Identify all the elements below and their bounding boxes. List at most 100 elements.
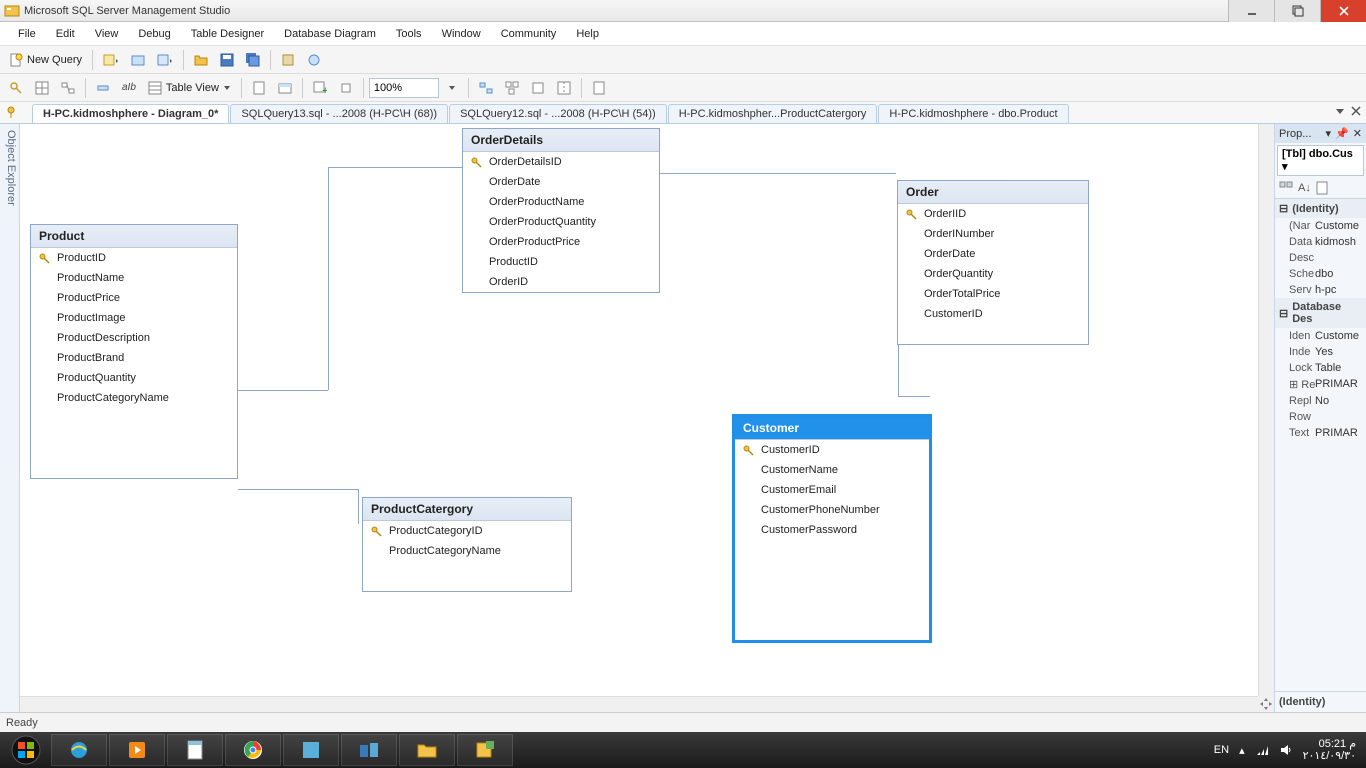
add-table-button[interactable]: + bbox=[308, 77, 332, 99]
add-related-button[interactable] bbox=[334, 77, 358, 99]
tray-volume-icon[interactable] bbox=[1279, 743, 1293, 757]
script-button[interactable] bbox=[247, 77, 271, 99]
status-bar: Ready bbox=[0, 712, 1366, 732]
menu-community[interactable]: Community bbox=[491, 25, 567, 43]
properties-header[interactable]: Prop... ▾ 📌 ✕ bbox=[1275, 124, 1366, 143]
horizontal-scrollbar[interactable] bbox=[20, 696, 1258, 712]
table-orderdetails[interactable]: OrderDetails OrderDetailsID OrderDate Or… bbox=[462, 128, 660, 293]
categorized-icon[interactable] bbox=[1279, 181, 1293, 195]
menu-view[interactable]: View bbox=[85, 25, 129, 43]
taskbar-app2[interactable] bbox=[341, 734, 397, 766]
autosize-button[interactable] bbox=[526, 77, 550, 99]
alphabetical-icon[interactable]: A↓ bbox=[1297, 181, 1311, 195]
pin-icon[interactable] bbox=[4, 105, 18, 119]
menu-tools[interactable]: Tools bbox=[386, 25, 432, 43]
vertical-scrollbar[interactable] bbox=[1258, 124, 1274, 696]
menu-file[interactable]: File bbox=[8, 25, 46, 43]
pages-icon[interactable] bbox=[1315, 181, 1329, 195]
properties-object-selector[interactable]: [Tbl] dbo.Cus ▾ bbox=[1277, 145, 1364, 176]
taskbar-explorer[interactable] bbox=[399, 734, 455, 766]
menu-database-diagram[interactable]: Database Diagram bbox=[274, 25, 386, 43]
tab-diagram[interactable]: H-PC.kidmoshphere - Diagram_0* bbox=[32, 104, 229, 123]
properties-grid[interactable]: ⊟ (Identity) (NarCustome Datakidmosh Des… bbox=[1275, 199, 1366, 691]
relationship-button[interactable] bbox=[56, 77, 80, 99]
menu-help[interactable]: Help bbox=[566, 25, 609, 43]
key-icon bbox=[741, 445, 755, 456]
minimize-button[interactable] bbox=[1228, 0, 1274, 22]
tab-productcategory[interactable]: H-PC.kidmoshpher...ProductCatergory bbox=[668, 104, 878, 123]
diagram-toolbar: aIb Table View + 100% bbox=[0, 74, 1366, 102]
taskbar-chrome[interactable] bbox=[225, 734, 281, 766]
table-productcategory[interactable]: ProductCatergory ProductCategoryID Produ… bbox=[362, 497, 572, 592]
table-product[interactable]: Product ProductID ProductName ProductPri… bbox=[30, 224, 238, 479]
open-button[interactable] bbox=[189, 49, 213, 71]
taskbar-media[interactable] bbox=[109, 734, 165, 766]
size-button[interactable] bbox=[91, 77, 115, 99]
pan-control[interactable] bbox=[1258, 696, 1274, 712]
svg-text:A↓: A↓ bbox=[1298, 182, 1311, 194]
menu-debug[interactable]: Debug bbox=[128, 25, 180, 43]
save-all-button[interactable] bbox=[241, 49, 265, 71]
key-icon bbox=[469, 157, 483, 168]
view-pagebreaks-button[interactable] bbox=[587, 77, 611, 99]
key-button[interactable] bbox=[4, 77, 28, 99]
dropdown2-button[interactable] bbox=[152, 49, 178, 71]
maximize-button[interactable] bbox=[1274, 0, 1320, 22]
pagebreak-button[interactable] bbox=[552, 77, 576, 99]
tray-lang[interactable]: EN bbox=[1214, 744, 1229, 756]
windows-taskbar: EN ▴ 05:21 م ٢٠١٤/٠٩/٣٠ bbox=[0, 732, 1366, 768]
category-database[interactable]: ⊟ Database Des bbox=[1275, 298, 1366, 328]
diagram-canvas[interactable]: Product ProductID ProductName ProductPri… bbox=[20, 124, 1274, 712]
window-title: Microsoft SQL Server Management Studio bbox=[24, 5, 230, 17]
table-orderdetails-title: OrderDetails bbox=[463, 129, 659, 152]
category-identity[interactable]: ⊟ (Identity) bbox=[1275, 199, 1366, 218]
window-titlebar: Microsoft SQL Server Management Studio bbox=[0, 0, 1366, 22]
alb-button[interactable]: aIb bbox=[117, 77, 141, 99]
arrange-button[interactable] bbox=[500, 77, 524, 99]
new-query-button[interactable]: New Query bbox=[4, 49, 87, 71]
menu-bar: File Edit View Debug Table Designer Data… bbox=[0, 22, 1366, 46]
close-icon[interactable]: ✕ bbox=[1353, 127, 1362, 140]
standard-toolbar: New Query bbox=[0, 46, 1366, 74]
active-files-dropdown[interactable] bbox=[1334, 105, 1346, 117]
close-document-button[interactable] bbox=[1350, 105, 1362, 117]
tab-product[interactable]: H-PC.kidmoshphere - dbo.Product bbox=[878, 104, 1068, 123]
recalc-button[interactable] bbox=[474, 77, 498, 99]
zoom-combo[interactable]: 100% bbox=[369, 78, 439, 98]
object-explorer-tab[interactable]: Object Explorer bbox=[0, 124, 20, 712]
system-tray: EN ▴ 05:21 م ٢٠١٤/٠٩/٣٠ bbox=[1214, 738, 1364, 762]
key-icon bbox=[37, 253, 51, 264]
properties-description: (Identity) bbox=[1275, 691, 1366, 712]
table-order[interactable]: Order OrderIID OrderINumber OrderDate Or… bbox=[897, 180, 1089, 345]
taskbar-notepad[interactable] bbox=[167, 734, 223, 766]
key-icon bbox=[904, 209, 918, 220]
grid-button[interactable] bbox=[30, 77, 54, 99]
key-icon bbox=[369, 526, 383, 537]
tab-sql12[interactable]: SQLQuery12.sql - ...2008 (H-PC\H (54)) bbox=[449, 104, 667, 123]
taskbar-ie[interactable] bbox=[51, 734, 107, 766]
table-view-dropdown[interactable]: Table View bbox=[143, 77, 236, 99]
db-dropdown-button[interactable] bbox=[98, 49, 124, 71]
menu-window[interactable]: Window bbox=[432, 25, 491, 43]
activity-button[interactable] bbox=[276, 49, 300, 71]
menu-edit[interactable]: Edit bbox=[46, 25, 85, 43]
zoom-dropdown[interactable] bbox=[441, 77, 463, 99]
close-button[interactable] bbox=[1320, 0, 1366, 22]
tray-arrow-icon[interactable]: ▴ bbox=[1239, 744, 1245, 757]
table-customer[interactable]: Customer CustomerID CustomerName Custome… bbox=[732, 414, 932, 643]
taskbar-ssms[interactable] bbox=[457, 734, 513, 766]
tray-clock[interactable]: 05:21 م ٢٠١٤/٠٩/٣٠ bbox=[1303, 738, 1356, 762]
new-table-button[interactable] bbox=[273, 77, 297, 99]
menu-table-designer[interactable]: Table Designer bbox=[181, 25, 274, 43]
save-button[interactable] bbox=[215, 49, 239, 71]
analysis-button[interactable] bbox=[126, 49, 150, 71]
svg-text:+: + bbox=[322, 85, 327, 95]
tray-network-icon[interactable] bbox=[1255, 743, 1269, 757]
tab-sql13[interactable]: SQLQuery13.sql - ...2008 (H-PC\H (68)) bbox=[230, 104, 448, 123]
registered-button[interactable] bbox=[302, 49, 326, 71]
start-button[interactable] bbox=[2, 732, 50, 768]
pin-icon[interactable]: 📌 bbox=[1335, 127, 1349, 140]
chevron-down-icon[interactable]: ▾ bbox=[1326, 127, 1332, 140]
new-query-label: New Query bbox=[27, 54, 82, 66]
taskbar-app1[interactable] bbox=[283, 734, 339, 766]
